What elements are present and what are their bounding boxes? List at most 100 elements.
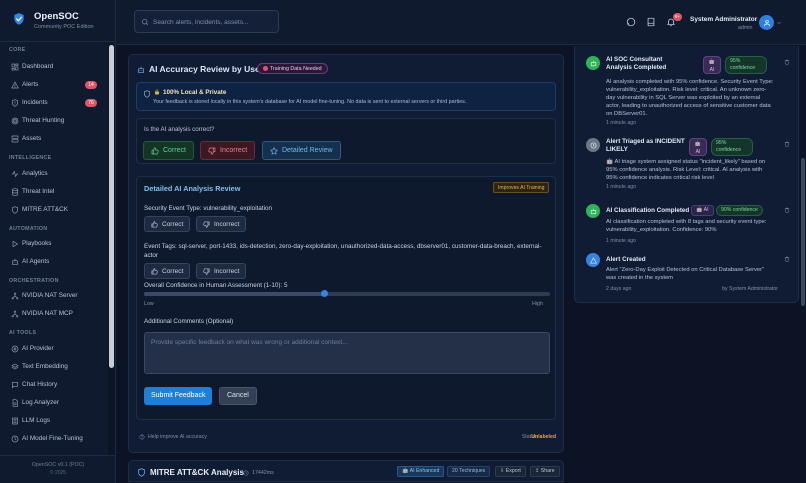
detailed-review-label: Detailed Review xyxy=(282,147,333,154)
sidebar-item-label: AI Model Fine-Tuning xyxy=(22,435,83,442)
confidence-badge: 95% confidence xyxy=(725,56,767,74)
trash-icon[interactable] xyxy=(784,59,790,65)
incorrect-button[interactable]: Incorrect xyxy=(200,141,256,160)
bot-icon xyxy=(590,60,596,66)
slider-low-label: Low xyxy=(144,301,154,307)
sidebar-item-alerts[interactable]: Alerts 14 xyxy=(7,77,100,92)
help-text: Help improve AI accuracy xyxy=(148,434,207,440)
activity-timeline: AI SOC Consultant Analysis Completed 🤖 AI… xyxy=(574,46,799,303)
ai-badge: 🤖 AI xyxy=(691,205,714,216)
scrollbar-thumb[interactable] xyxy=(109,45,114,368)
button-label: Incorrect xyxy=(214,220,240,228)
share-button[interactable]: ⇪ Share xyxy=(530,466,560,477)
alert-triangle-icon xyxy=(589,257,597,263)
target-icon xyxy=(11,117,19,124)
sidebar-item-threat-intel[interactable]: Threat Intel xyxy=(7,184,100,199)
lock-icon xyxy=(155,89,159,95)
comments-textarea[interactable] xyxy=(144,332,550,374)
sidebar-item-nat-server[interactable]: NVIDIA NAT Server xyxy=(7,288,100,303)
sidebar-item-dashboard[interactable]: Dashboard xyxy=(7,59,100,74)
ai-badge-label: AI xyxy=(709,67,715,73)
user-name[interactable]: System Administrator xyxy=(690,16,757,23)
sidebar-item-ai-agents[interactable]: AI Agents xyxy=(7,254,100,269)
sidebar-item-mitre[interactable]: MITRE ATT&CK xyxy=(7,202,100,217)
slider-handle[interactable] xyxy=(320,290,328,297)
server-icon xyxy=(11,135,19,142)
confidence-slider[interactable] xyxy=(144,290,550,297)
network-icon xyxy=(11,310,19,317)
section-orchestration: ORCHESTRATION xyxy=(9,278,59,284)
confidence-badge: 95% confidence xyxy=(711,138,753,156)
shield-icon xyxy=(138,468,145,477)
sidebar-item-llm-logs[interactable]: LLM Logs xyxy=(7,413,100,428)
timeline-time: 1 minute ago xyxy=(606,238,636,244)
event-type-incorrect-button[interactable]: Incorrect xyxy=(196,216,247,232)
search-box[interactable] xyxy=(134,10,279,33)
avatar[interactable] xyxy=(759,15,774,30)
button-label: Correct xyxy=(162,267,184,275)
export-button[interactable]: ⇩ Export xyxy=(495,466,526,477)
sidebar-item-incidents[interactable]: Incidents 76 xyxy=(7,95,100,110)
comments-label: Additional Comments (Optional) xyxy=(144,318,234,325)
sidebar-item-label: Alerts xyxy=(22,81,39,88)
sidebar-item-ai-provider[interactable]: AI Provider xyxy=(7,341,100,356)
correct-button[interactable]: Correct xyxy=(143,141,194,160)
sidebar-item-analytics[interactable]: Analytics xyxy=(7,166,100,181)
sidebar-nav: CORE Dashboard Alerts 14 Incidents 76 Th… xyxy=(0,43,108,455)
section-ai-tools: AI TOOLS xyxy=(9,330,37,336)
user-menu-toggle[interactable] xyxy=(776,20,782,26)
ai-badge-label: AI xyxy=(695,149,701,155)
bot-icon xyxy=(138,66,144,73)
trash-icon[interactable] xyxy=(784,207,790,213)
user-role: admin xyxy=(738,25,753,31)
event-tags-incorrect-button[interactable]: Incorrect xyxy=(196,263,247,279)
footer-copyright: © 2025 xyxy=(49,470,67,476)
trash-icon[interactable] xyxy=(784,141,790,147)
ai-accuracy-review-panel: AI Accuracy Review by User Training Data… xyxy=(128,54,564,453)
timeline-item: AI Classification Completed 🤖 AI 90% con… xyxy=(575,202,800,250)
sidebar-item-nat-mcp[interactable]: NVIDIA NAT MCP xyxy=(7,306,100,321)
event-tags-correct-button[interactable]: Correct xyxy=(144,263,191,279)
scrollbar-thumb[interactable] xyxy=(801,158,805,306)
thumbs-down-icon xyxy=(203,268,210,275)
chat-icon xyxy=(12,381,18,388)
section-core: CORE xyxy=(9,47,26,53)
brand-edition: Community POC Edition xyxy=(34,24,94,30)
clock-icon xyxy=(243,470,249,476)
sidebar-item-label: NVIDIA NAT Server xyxy=(22,292,78,299)
trash-icon[interactable] xyxy=(784,256,790,262)
main-scrollbar[interactable] xyxy=(801,46,806,483)
timeline-item: Alert Triaged as INCIDENT LIKELY 🤖 AI 95%… xyxy=(575,136,800,194)
sidebar-scrollbar[interactable] xyxy=(108,43,115,455)
shield-check-icon xyxy=(14,13,24,25)
button-label: Incorrect xyxy=(214,267,240,275)
cancel-button[interactable]: Cancel xyxy=(219,387,257,405)
timeline-description: AI analysis completed with 95% confidenc… xyxy=(606,79,774,117)
sidebar-item-log-analyzer[interactable]: Log Analyzer xyxy=(7,395,100,410)
mitre-analysis-header[interactable]: MITRE ATT&CK Analysis 17442ms 🤖 AI Enhan… xyxy=(128,460,564,482)
confidence-label: Overall Confidence in Human Assessment (… xyxy=(144,282,288,289)
detailed-review-button[interactable]: Detailed Review xyxy=(262,141,341,160)
chip-label: AI Enhanced xyxy=(409,468,440,474)
sidebar-item-label: Assets xyxy=(22,135,42,142)
sidebar-item-label: Playbooks xyxy=(22,240,52,247)
clock-icon xyxy=(590,142,596,148)
sidebar-item-label: Text Embedding xyxy=(22,363,68,370)
timeline-time: 2 days ago xyxy=(606,286,632,292)
search-input[interactable] xyxy=(153,15,273,29)
sidebar-item-label: LLM Logs xyxy=(22,417,51,424)
event-tags-label: Event Tags: sql-server, port-1433, ids-d… xyxy=(144,243,542,259)
sidebar-item-playbooks[interactable]: Playbooks xyxy=(7,236,100,251)
sidebar-item-fine-tuning[interactable]: AI Model Fine-Tuning xyxy=(7,431,100,446)
sidebar-item-assets[interactable]: Assets xyxy=(7,131,100,146)
event-type-correct-button[interactable]: Correct xyxy=(144,216,191,232)
sidebar-item-chat-history[interactable]: Chat History xyxy=(7,377,100,392)
sidebar-item-text-embedding[interactable]: Text Embedding xyxy=(7,359,100,374)
panel-button[interactable] xyxy=(646,17,656,27)
timeline-item: AI SOC Consultant Analysis Completed 🤖 AI… xyxy=(575,54,800,128)
button-label: Correct xyxy=(162,220,184,228)
timeline-dot xyxy=(586,204,600,218)
sidebar-item-threat-hunting[interactable]: Threat Hunting xyxy=(7,113,100,128)
chat-button[interactable] xyxy=(626,17,636,27)
submit-feedback-button[interactable]: Submit Feedback xyxy=(144,387,213,405)
